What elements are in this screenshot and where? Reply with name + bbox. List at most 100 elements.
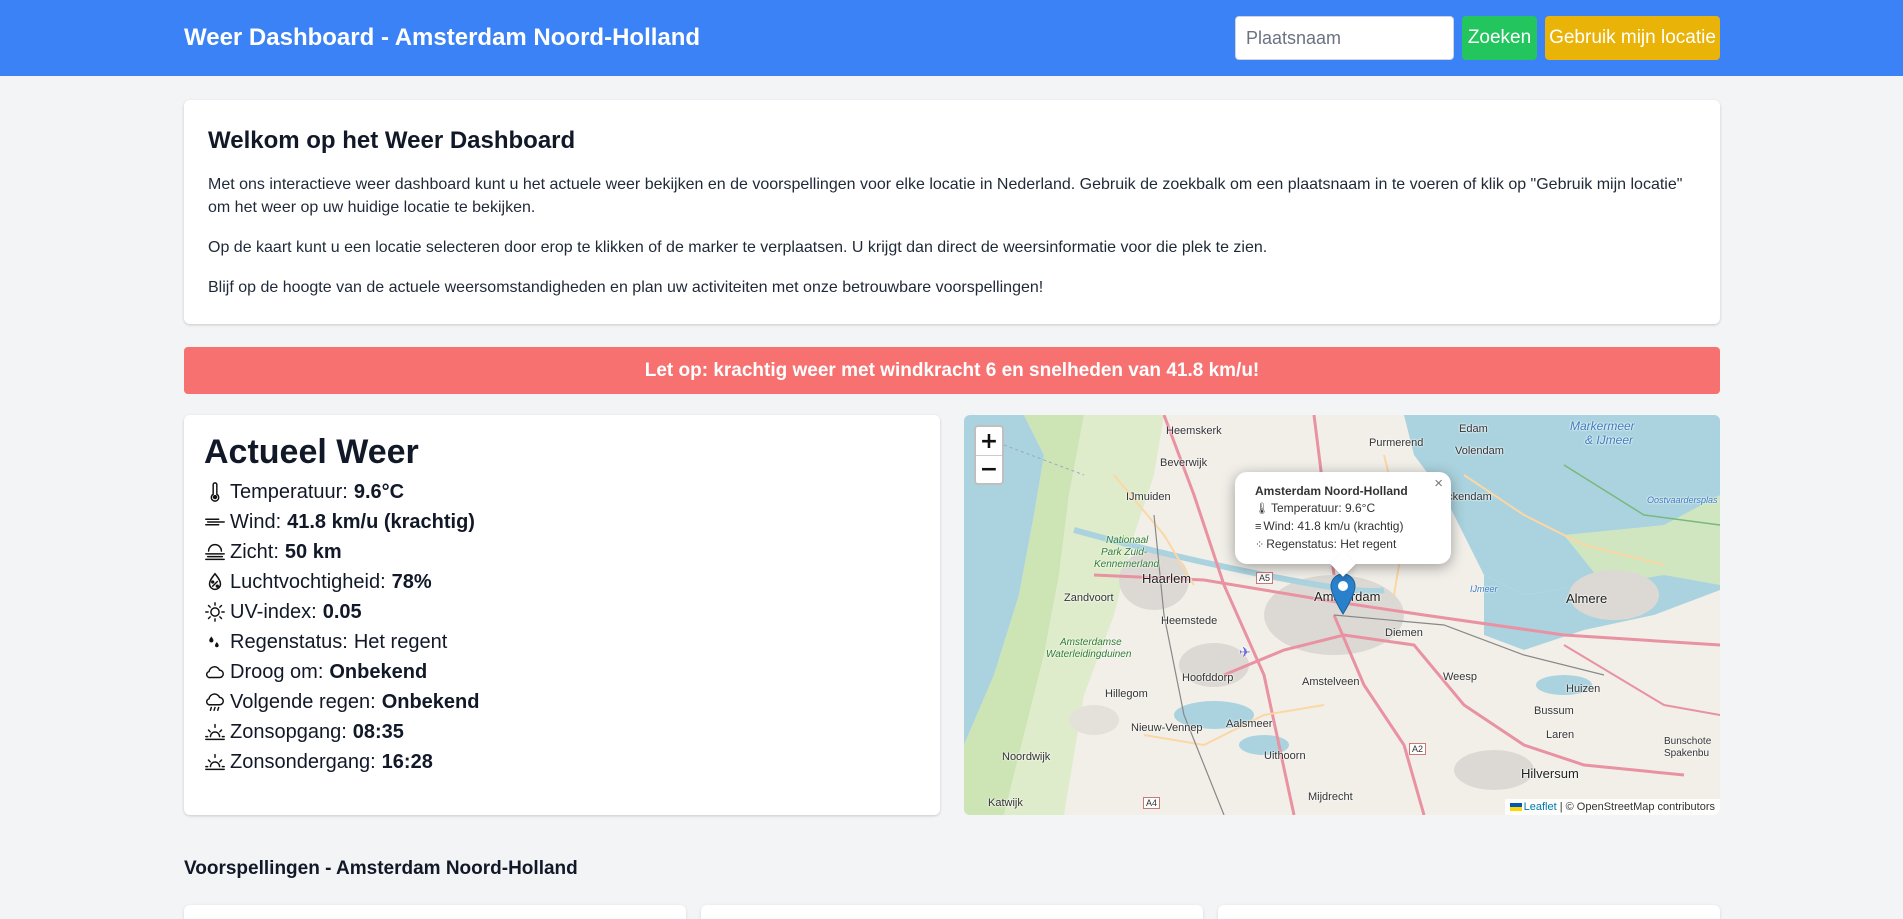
app-title: Weer Dashboard - Amsterdam Noord-Holland (184, 24, 701, 51)
cloud-rain-icon (204, 691, 226, 713)
raindrops-icon: ⁘ (1255, 539, 1265, 551)
popup-wind: Wind: 41.8 km/u (krachtig) (1263, 519, 1404, 533)
leaflet-link[interactable]: Leaflet (1524, 801, 1557, 813)
map-label: Amstelveen (1302, 676, 1360, 688)
map-label: Hoofddorp (1182, 672, 1234, 684)
cloud-icon (204, 661, 226, 683)
fog-icon (204, 541, 226, 563)
weather-value: Onbekend (329, 660, 428, 683)
map-marker-icon[interactable] (1330, 573, 1356, 615)
weather-label: Zonsopgang: (230, 720, 347, 743)
forecast-card (184, 905, 686, 919)
welcome-paragraph: Blijf op de hoogte van de actuele weerso… (208, 279, 1044, 296)
welcome-paragraph: Op de kaart kunt u een locatie selectere… (208, 239, 1268, 256)
map-label: Bussum (1534, 705, 1574, 717)
sunrise-icon (204, 721, 226, 743)
use-location-button[interactable]: Gebruik mijn locatie (1545, 16, 1720, 60)
map-label: Kennemerland (1094, 559, 1160, 570)
weather-value: 41.8 km/u (krachtig) (287, 510, 475, 533)
map-label: Markermeer (1570, 419, 1635, 433)
map-label: & IJmeer (1585, 433, 1634, 447)
current-weather-title: Actueel Weer (204, 433, 419, 471)
weather-row-uv: UV-index: 0.05 (204, 597, 920, 627)
wind-icon (204, 511, 226, 533)
weather-value: 78% (391, 570, 432, 593)
sunset-icon (204, 751, 226, 773)
welcome-card: Welkom op het Weer Dashboard Met ons int… (184, 100, 1720, 324)
map-label: IJmuiden (1126, 491, 1171, 503)
ukraine-flag-icon (1509, 803, 1522, 812)
weather-row-sunset: Zonsondergang: 16:28 (204, 747, 920, 777)
popup-title: Amsterdam Noord-Holland (1255, 484, 1408, 498)
search-input[interactable] (1235, 16, 1454, 60)
weather-value: Onbekend (381, 690, 480, 713)
popup-temperature: Temperatuur: 9.6°C (1270, 501, 1376, 515)
forecast-card (701, 905, 1203, 919)
raindrops-icon (204, 631, 226, 653)
weather-row-visibility: Zicht: 50 km (204, 537, 920, 567)
map-label: Laren (1546, 729, 1575, 741)
weather-value: 50 km (284, 540, 342, 563)
weather-value: 9.6°C (353, 480, 405, 503)
weather-label: Regenstatus: (230, 630, 348, 653)
map-label: A2 (1409, 743, 1427, 755)
weather-row-humidity: Luchtvochtigheid: 78% (204, 567, 920, 597)
osm-attribution[interactable]: | © OpenStreetMap contributors (1560, 801, 1715, 813)
map-label: Edam (1459, 423, 1488, 435)
weather-label: Droog om: (230, 660, 324, 683)
thermometer-icon (204, 481, 226, 503)
map-label: Heemstede (1161, 615, 1218, 627)
search-button[interactable]: Zoeken (1462, 16, 1537, 60)
map-label: Bunschote (1664, 736, 1712, 747)
map-zoom-control: + − (974, 425, 1004, 485)
weather-row-next-rain: Volgende regen: Onbekend (204, 687, 920, 717)
map-label: Noordwijk (1002, 751, 1051, 763)
weather-label: UV-index: (230, 600, 317, 623)
weather-map[interactable]: Heemskerk Edam Markermeer & IJmeer Bever… (964, 415, 1720, 815)
map-label: A5 (1256, 572, 1274, 584)
forecast-card (1218, 905, 1720, 919)
popup-close-icon[interactable]: × (1434, 475, 1443, 492)
zoom-out-button[interactable]: − (976, 455, 1002, 483)
humidity-icon (204, 571, 226, 593)
map-label: Park Zuid- (1101, 547, 1148, 558)
map-label: Spakenbu (1664, 748, 1710, 759)
weather-value: 0.05 (322, 600, 362, 623)
map-label: Amsterdamse (1060, 637, 1122, 648)
map-label: Hilversum (1521, 766, 1579, 781)
popup-line-temperature: 🌡 Temperatuur: 9.6°C (1255, 500, 1431, 518)
weather-row-dry-at: Droog om: Onbekend (204, 657, 920, 687)
map-label: Mijdrecht (1308, 791, 1353, 803)
weather-row-sunrise: Zonsopgang: 08:35 (204, 717, 920, 747)
map-label: A4 (1143, 797, 1161, 809)
map-label: Waterleidingduinen (1046, 649, 1132, 660)
weather-value: 08:35 (352, 720, 404, 743)
map-label: Weesp (1443, 671, 1478, 683)
map-label: Volendam (1455, 445, 1504, 457)
map-label: Oostvaardersplas (1647, 495, 1718, 505)
map-popup: × Amsterdam Noord-Holland 🌡 Temperatuur: … (1235, 472, 1451, 577)
weather-value: 16:28 (381, 750, 433, 773)
weather-label: Temperatuur: (230, 480, 348, 503)
map-label: Purmerend (1369, 437, 1424, 449)
popup-line-wind: ≡ Wind: 41.8 km/u (krachtig) (1255, 518, 1431, 536)
weather-label: Volgende regen: (230, 690, 376, 713)
airport-icon: ✈ (1239, 644, 1251, 660)
weather-row-wind: Wind: 41.8 km/u (krachtig) (204, 507, 920, 537)
map-label: Zandvoort (1064, 592, 1114, 604)
map-label: Hillegom (1105, 688, 1148, 700)
top-navbar: Weer Dashboard - Amsterdam Noord-Holland… (0, 0, 1903, 76)
map-label: Uithoorn (1264, 750, 1306, 762)
welcome-paragraph: Met ons interactieve weer dashboard kunt… (208, 176, 1683, 216)
thermometer-icon: 🌡 (1255, 503, 1269, 515)
welcome-title: Welkom op het Weer Dashboard (208, 127, 576, 154)
weather-label: Zonsondergang: (230, 750, 376, 773)
map-label: Diemen (1385, 627, 1423, 639)
map-label: Beverwijk (1160, 457, 1208, 469)
map-label: Nationaal (1106, 535, 1149, 546)
map-label: Almere (1566, 591, 1608, 606)
zoom-in-button[interactable]: + (976, 427, 1002, 455)
map-attribution: Leaflet | © OpenStreetMap contributors (1504, 799, 1720, 815)
weather-row-rain-status: Regenstatus: Het regent (204, 627, 920, 657)
map-label: Katwijk (988, 797, 1023, 809)
